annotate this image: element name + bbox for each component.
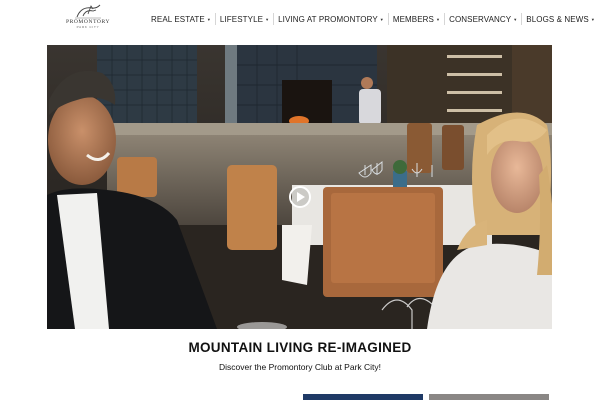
caret-down-icon: ▼ xyxy=(206,16,211,22)
page-subheadline: Discover the Promontory Club at Park Cit… xyxy=(218,362,382,372)
nav-item-members[interactable]: MEMBERS ▼ xyxy=(389,12,444,26)
main-navigation: REAL ESTATE ▼ LIFESTYLE ▼ LIVING AT PROM… xyxy=(147,12,599,26)
nav-item-blogs-news[interactable]: BLOGS & NEWS ▼ xyxy=(522,12,599,26)
nav-item-label: REAL ESTATE xyxy=(151,14,205,24)
caret-down-icon: ▼ xyxy=(590,16,595,22)
logo-mark-icon xyxy=(75,4,101,19)
logo-subtext: PARK CITY xyxy=(76,25,100,29)
nav-item-lifestyle[interactable]: LIFESTYLE ▼ xyxy=(216,12,273,26)
nav-item-label: CONSERVANCY xyxy=(449,14,512,24)
site-logo[interactable]: PROMONTORY PARK CITY xyxy=(62,4,114,32)
nav-item-label: BLOGS & NEWS xyxy=(526,14,589,24)
nav-item-conservancy[interactable]: CONSERVANCY ▼ xyxy=(445,12,521,26)
nav-item-real-estate[interactable]: REAL ESTATE ▼ xyxy=(147,12,215,26)
feature-card-blue[interactable] xyxy=(303,394,423,400)
caret-down-icon: ▼ xyxy=(265,16,270,22)
caret-down-icon: ▼ xyxy=(513,16,518,22)
feature-card-image[interactable] xyxy=(429,394,549,400)
nav-item-label: LIFESTYLE xyxy=(219,14,264,24)
play-button[interactable] xyxy=(289,186,311,208)
hero-video[interactable] xyxy=(47,45,552,329)
caret-down-icon: ▼ xyxy=(436,16,441,22)
nav-item-living-at-promontory[interactable]: LIVING AT PROMONTORY ▼ xyxy=(274,12,388,26)
play-icon xyxy=(297,192,305,202)
caret-down-icon: ▼ xyxy=(379,16,384,22)
page-headline: MOUNTAIN LIVING RE-IMAGINED xyxy=(188,340,412,355)
site-header: PROMONTORY PARK CITY REAL ESTATE ▼ LIFES… xyxy=(0,0,600,40)
nav-item-label: MEMBERS xyxy=(392,14,434,24)
nav-item-label: LIVING AT PROMONTORY xyxy=(278,14,378,24)
